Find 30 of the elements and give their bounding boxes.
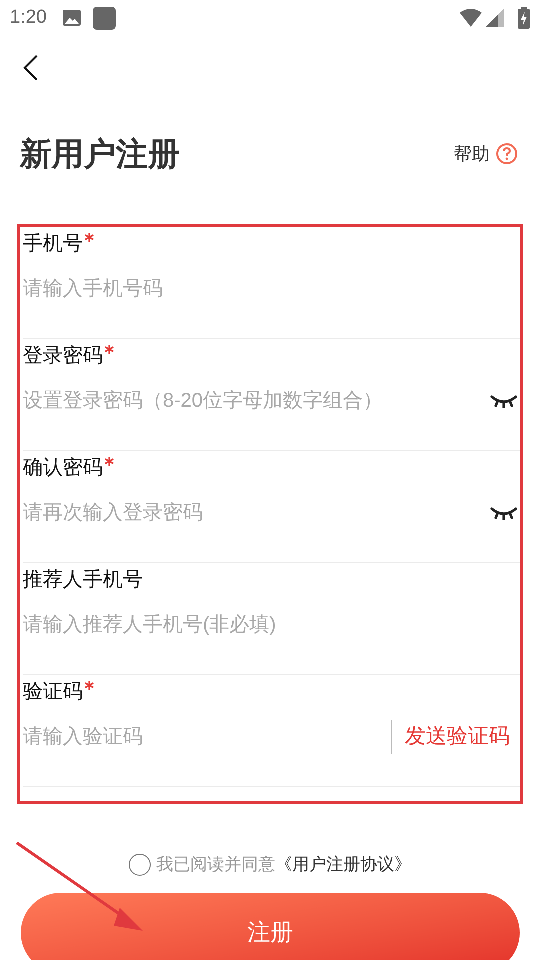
status-time: 1:20 — [10, 6, 47, 30]
agree-checkbox[interactable] — [128, 854, 150, 876]
send-code-button[interactable]: 发送验证码 — [405, 721, 518, 753]
required-icon — [105, 457, 114, 466]
agreement-text: 我已阅读并同意 — [156, 854, 276, 876]
back-icon[interactable] — [22, 54, 40, 82]
help-icon[interactable] — [496, 143, 518, 165]
input-field[interactable]: 请输入手机号码 — [23, 274, 518, 304]
signal-icon — [486, 9, 504, 27]
agreement-link[interactable]: 《用户注册协议》 — [276, 852, 412, 878]
app-icon — [92, 6, 116, 30]
image-icon — [62, 10, 81, 26]
field-label: 验证码 — [23, 680, 83, 705]
closed-eye-icon[interactable] — [490, 506, 518, 520]
page-title: 新用户注册 — [20, 135, 180, 174]
field-label: 登录密码 — [23, 344, 103, 369]
wifi-icon — [460, 9, 482, 27]
closed-eye-icon[interactable] — [490, 394, 518, 408]
help-link[interactable]: 帮助 — [454, 140, 490, 168]
required-icon — [85, 233, 94, 242]
required-icon — [105, 345, 114, 354]
required-icon — [85, 681, 94, 690]
input-field[interactable]: 请再次输入登录密码 — [23, 498, 490, 528]
input-field[interactable]: 设置登录密码（8-20位字母加数字组合） — [23, 386, 490, 416]
field-label: 推荐人手机号 — [23, 568, 143, 593]
field-label: 手机号 — [23, 232, 83, 257]
battery-icon — [518, 7, 530, 29]
input-field[interactable]: 请输入验证码 — [23, 722, 391, 752]
field-label: 确认密码 — [23, 456, 103, 481]
input-field[interactable]: 请输入推荐人手机号(非必填) — [23, 610, 518, 640]
